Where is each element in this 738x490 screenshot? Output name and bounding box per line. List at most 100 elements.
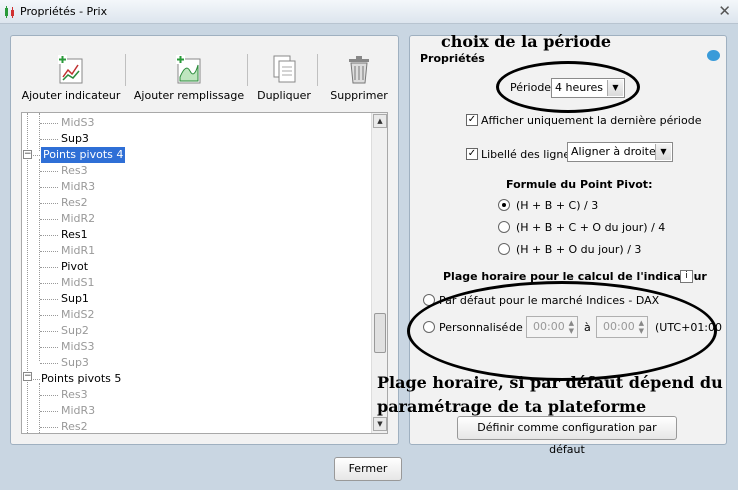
tree-item[interactable]: MidR3 [61,179,95,195]
scroll-up-icon[interactable]: ▲ [373,114,387,128]
tree-connector [40,123,58,124]
to-label: à [584,321,591,334]
tree-item[interactable]: Sup3 [61,131,89,147]
duplicate-button[interactable]: Dupliquer [257,53,311,102]
last-period-label: Afficher uniquement la dernière période [481,114,702,127]
tree-item[interactable]: MidS2 [61,307,95,323]
tree-connector [40,299,58,300]
chart-candles-icon [5,6,14,18]
close-button[interactable]: Fermer [334,457,402,481]
from-time-input[interactable]: 00:00 ▲ ▼ [526,316,578,338]
add-indicator-button[interactable]: Ajouter indicateur [22,53,120,102]
line-labels-value: Aligner à droite [571,145,656,158]
info-icon[interactable]: i [680,270,693,283]
formula-title: Formule du Point Pivot: [506,178,653,191]
tree-connector [40,139,58,140]
tree-connector [27,377,28,433]
delete-button[interactable]: Supprimer [330,53,388,102]
tree-item[interactable]: MidR2 [61,211,95,227]
annotation-period: choix de la période [441,32,612,51]
from-time-value: 00:00 [533,320,565,333]
formula-radio-2[interactable] [498,221,510,233]
tree-connector [40,315,58,316]
tree-item[interactable]: Res3 [61,163,88,179]
default-market-label: Par défaut pour le marché Indices - DAX [439,294,660,307]
indicator-tree[interactable]: − − MidS3 Sup3 Points pivots 4 Res3 MidR3 Res… [21,112,388,434]
to-time-input[interactable]: 00:00 ▲ ▼ [596,316,648,338]
tree-item[interactable]: Res2 [61,195,88,211]
spinner-icon[interactable]: ▲ ▼ [569,319,574,335]
set-default-button[interactable]: Définir comme configuration par défaut [457,416,677,456]
tree-item[interactable]: Pivot [61,259,88,275]
duplicate-label: Dupliquer [257,89,311,102]
add-fill-label: Ajouter remplissage [133,89,245,102]
chevron-down-icon: ▼ [655,144,671,160]
title-bar: Propriétés - Prix ✕ [0,0,738,24]
last-period-checkbox[interactable]: ✓ [466,114,478,126]
scroll-thumb[interactable] [374,313,386,353]
tree-item[interactable]: MidS3 [61,115,95,131]
annotation-range-line1: Plage horaire, si par défaut dépend du [377,373,723,392]
tree-connector [33,379,40,380]
add-fill-button[interactable]: Ajouter remplissage [134,53,244,102]
formula-radio-3[interactable] [498,243,510,255]
formula-radio-1[interactable] [498,199,510,211]
range-title: Plage horaire pour le calcul de l'indica… [443,270,707,283]
tree-item[interactable]: Sup3 [61,355,89,371]
scroll-down-icon[interactable]: ▼ [373,417,387,431]
line-labels-label: Libellé des lignes [481,148,576,161]
tree-item[interactable]: MidR3 [61,403,95,419]
tree-connector [39,113,40,151]
tree-connector [40,331,58,332]
period-select[interactable]: 4 heures ▼ [551,78,625,98]
formula-option-3: (H + B + O du jour) / 3 [516,243,642,256]
tree-item[interactable]: Sup2 [61,323,89,339]
tree-connector [40,235,58,236]
toolbar-separator [317,54,318,86]
tree-item[interactable]: MidS1 [61,275,95,291]
line-labels-checkbox[interactable]: ✓ [466,148,478,160]
to-time-value: 00:00 [603,320,635,333]
tree-item[interactable]: Res3 [61,387,88,403]
formula-option-2: (H + B + C + O du jour) / 4 [516,221,666,234]
tree-item[interactable]: Sup1 [61,291,89,307]
tree-group-item[interactable]: Points pivots 5 [41,371,121,387]
tree-connector [40,347,58,348]
collapse-icon[interactable]: − [23,150,32,159]
custom-label: Personnalisé [439,321,509,334]
tree-connector [40,427,58,428]
from-label: de [509,321,523,334]
formula-option-1: (H + B + C) / 3 [516,199,599,212]
help-bubble-icon[interactable] [707,50,720,61]
tree-connector [33,155,40,156]
tree-group-item[interactable]: Points pivots 4 [41,147,126,163]
tree-connector [40,219,58,220]
add-fill-icon [176,55,201,84]
tree-connector [40,283,58,284]
window-title: Propriétés - Prix [20,5,108,18]
tree-connector [40,251,58,252]
toolbar-separator [125,54,126,86]
tree-connector [40,171,58,172]
duplicate-icon [273,55,296,83]
trash-icon [349,56,369,84]
close-icon[interactable]: ✕ [718,3,731,19]
tree-connector [40,363,58,364]
tree-item[interactable]: MidS3 [61,339,95,355]
default-market-radio[interactable] [423,294,435,306]
period-label: Période [510,81,552,94]
annotation-range-line2: paramétrage de ta plateforme [377,397,647,416]
collapse-icon[interactable]: − [23,372,32,381]
period-value: 4 heures [555,81,603,94]
tree-connector [40,411,58,412]
tree-item[interactable]: Res2 [61,419,88,433]
line-labels-select[interactable]: Aligner à droite ▼ [567,142,673,162]
spinner-icon[interactable]: ▲ ▼ [639,319,644,335]
tree-item[interactable]: Res1 [61,227,88,243]
tree-item[interactable]: MidR1 [61,243,95,259]
tree-connector [40,203,58,204]
tree-connector [40,187,58,188]
delete-label: Supprimer [330,89,388,102]
custom-radio[interactable] [423,321,435,333]
tree-connector [40,395,58,396]
